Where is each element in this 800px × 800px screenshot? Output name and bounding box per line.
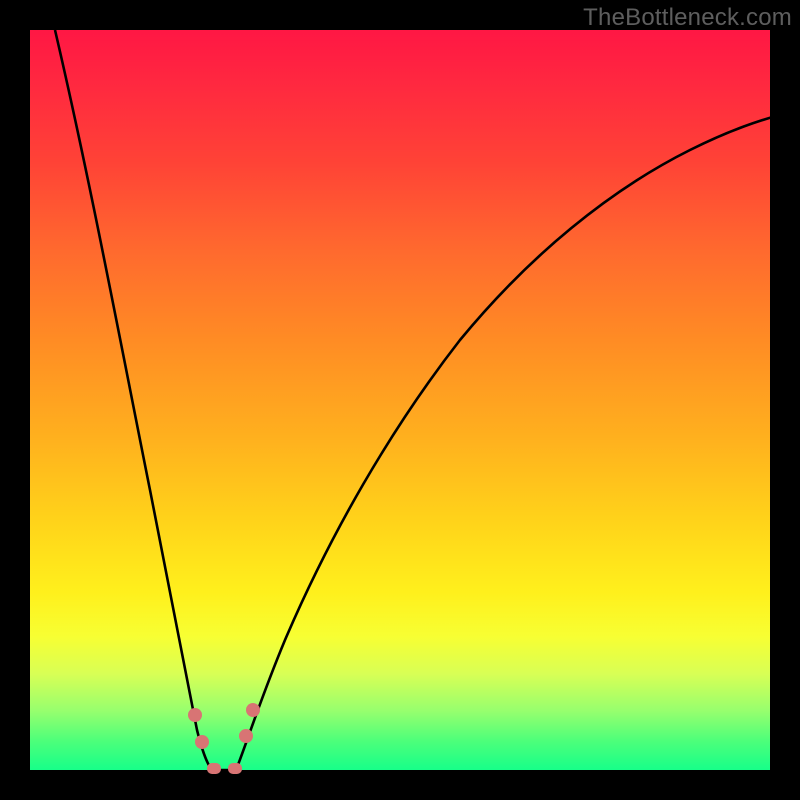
curve-svg: [30, 30, 770, 770]
marker-valley-left: [207, 763, 221, 774]
marker-left-lower: [195, 735, 209, 749]
marker-valley-right: [228, 763, 242, 774]
watermark-text: TheBottleneck.com: [583, 4, 792, 32]
curve-left: [55, 30, 212, 770]
curve-right: [236, 112, 790, 770]
marker-left-upper: [188, 708, 202, 722]
plot-area: [30, 30, 770, 770]
marker-right-upper: [246, 703, 260, 717]
marker-right-lower: [239, 729, 253, 743]
chart-frame: TheBottleneck.com: [0, 0, 800, 800]
